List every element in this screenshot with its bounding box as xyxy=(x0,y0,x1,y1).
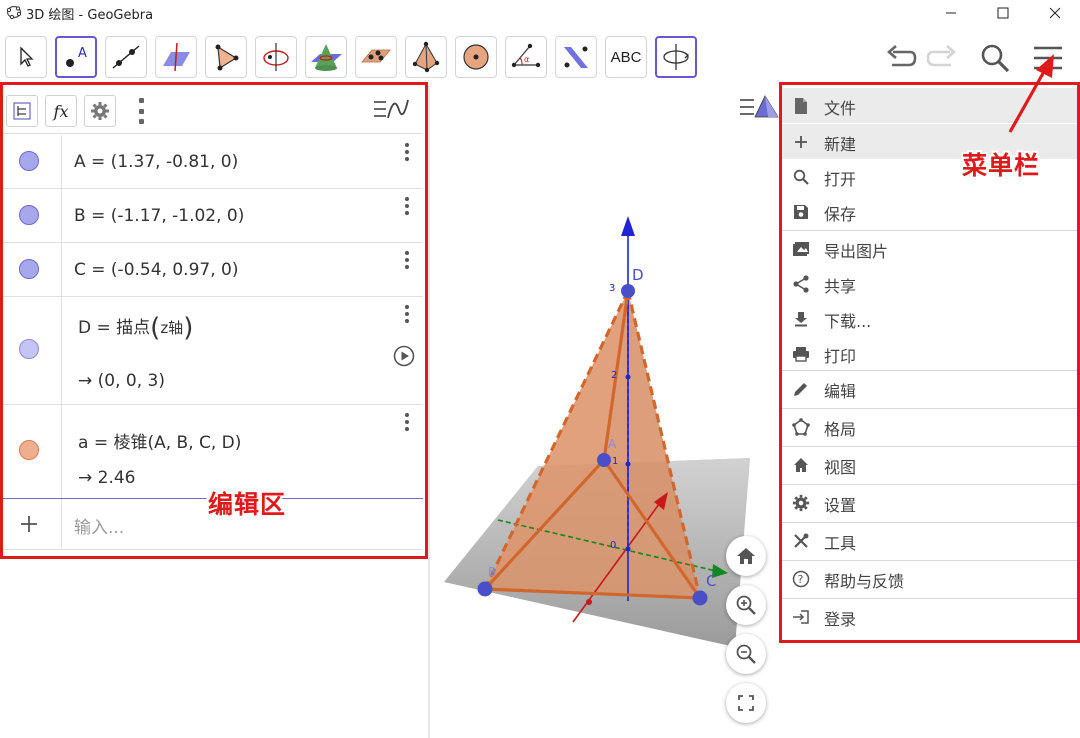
point-label: C xyxy=(706,572,716,590)
circle-axis-tool-button[interactable] xyxy=(255,36,297,78)
move-tool-button[interactable] xyxy=(5,36,47,78)
geogebra-logo-icon xyxy=(6,4,22,24)
pyramid-icon xyxy=(412,41,440,73)
sphere-tool-button[interactable] xyxy=(455,36,497,78)
z-tick-label: 3 xyxy=(609,283,615,294)
text-tool-label: ABC xyxy=(610,48,642,66)
window-title: 3D 绘图 - GeoGebra xyxy=(26,8,154,23)
zoom-in-icon xyxy=(736,595,756,615)
sphere-icon xyxy=(463,44,489,70)
zoom-out-button[interactable] xyxy=(726,634,766,674)
minimize-button[interactable] xyxy=(928,2,974,24)
undo-icon xyxy=(887,45,917,67)
pyramid-tool-button[interactable] xyxy=(405,36,447,78)
z-tick-label: 2 xyxy=(611,370,617,381)
graphics-3d-view[interactable]: D A B C 3 2 1 0 xyxy=(430,86,782,738)
point-label: D xyxy=(632,266,644,284)
fullscreen-icon xyxy=(738,695,754,711)
svg-text:α: α xyxy=(524,55,529,64)
plane-tool-button[interactable] xyxy=(355,36,397,78)
home-icon xyxy=(737,548,755,564)
perpendicular-plane-icon xyxy=(163,42,190,72)
point-label: A xyxy=(608,437,617,451)
redo-button[interactable] xyxy=(922,38,962,78)
text-tool-button[interactable]: ABC xyxy=(605,36,647,78)
plane-points-icon xyxy=(361,49,391,63)
menu-annotation-label: 菜单栏 xyxy=(962,151,1041,180)
point-icon: A xyxy=(66,46,87,67)
fullscreen-button[interactable] xyxy=(726,683,766,723)
point-c[interactable] xyxy=(692,590,708,606)
point-tool-button[interactable]: A xyxy=(55,36,97,78)
zoom-out-icon xyxy=(736,644,756,664)
maximize-button[interactable] xyxy=(980,2,1026,24)
geogebra-window: 3D 绘图 - GeoGebra A α ABC fx A = (1.37, -… xyxy=(0,0,1080,738)
intersect-cone-icon xyxy=(311,44,342,71)
undo-button[interactable] xyxy=(881,38,921,78)
svg-text:A: A xyxy=(78,46,87,61)
rotate-view-tool-button[interactable] xyxy=(655,36,697,78)
point-b[interactable] xyxy=(477,581,493,597)
title-bar: 3D 绘图 - GeoGebra xyxy=(0,0,1080,26)
arrow-cursor-icon xyxy=(20,46,34,67)
angle-tool-button[interactable]: α xyxy=(505,36,547,78)
polygon-tool-button[interactable] xyxy=(205,36,247,78)
toolbar: A α ABC xyxy=(0,26,1080,86)
point-d[interactable] xyxy=(621,284,635,298)
line-icon xyxy=(112,45,140,69)
close-button[interactable] xyxy=(1032,2,1078,24)
home-view-button[interactable] xyxy=(726,536,766,576)
graphics-style-bar-button[interactable] xyxy=(740,95,779,118)
reflect-tool-button[interactable] xyxy=(555,36,597,78)
reflect-plane-icon xyxy=(564,46,588,68)
zoom-in-button[interactable] xyxy=(726,585,766,625)
angle-icon: α xyxy=(511,43,541,68)
circle-axis-icon xyxy=(263,43,289,71)
z-tick-label: 1 xyxy=(612,456,618,467)
perpendicular-tool-button[interactable] xyxy=(155,36,197,78)
z-tick-label: 0 xyxy=(610,540,616,551)
line-tool-button[interactable] xyxy=(105,36,147,78)
rotate-view-icon xyxy=(663,44,690,70)
point-a[interactable] xyxy=(597,453,611,467)
red-arrow-icon xyxy=(1008,54,1054,133)
point-label: B xyxy=(488,565,496,579)
polygon-icon xyxy=(215,44,239,71)
intersect-tool-button[interactable] xyxy=(305,36,347,78)
redo-icon xyxy=(926,45,956,67)
algebra-annotation-label: 编辑区 xyxy=(208,490,287,519)
